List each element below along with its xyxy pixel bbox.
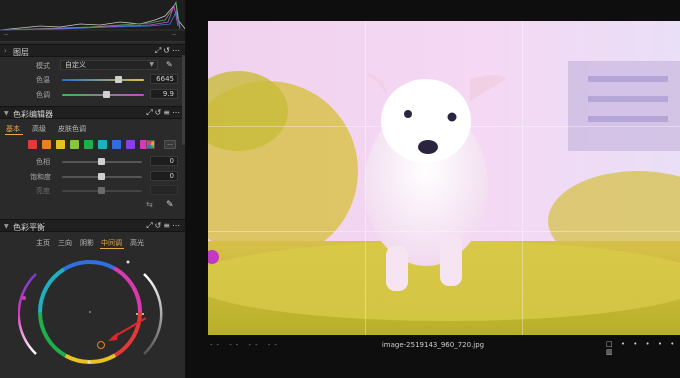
temperature-row: 色温 6645 — [0, 73, 185, 86]
brightness-value[interactable] — [150, 185, 178, 195]
grid-line-v2 — [522, 21, 523, 335]
expand-chevron-icon[interactable]: ▼ — [4, 110, 9, 117]
histogram-right-marker: -- — [172, 31, 177, 38]
swatch-cyan[interactable] — [98, 140, 107, 149]
brightness-row: 亮度 — [0, 184, 185, 197]
tab-advanced[interactable]: 高级 — [32, 124, 46, 134]
swap-icon[interactable]: ⇆ — [146, 200, 153, 209]
viewer-status-bar: -- -- -- -- image-2519143_960_720.jpg □ … — [186, 337, 680, 378]
saturation-row: 饱和度 0 — [0, 170, 185, 183]
chevron-down-icon: ▼ — [149, 61, 154, 68]
tab-highlights[interactable]: 高光 — [130, 238, 144, 248]
image-viewer: -- -- -- -- image-2519143_960_720.jpg □ … — [186, 0, 680, 378]
hue-row: 色相 0 — [0, 155, 185, 168]
mode-row: 模式 自定义 ▼ ✎ — [0, 59, 185, 72]
saturation-slider-knob[interactable] — [98, 173, 105, 180]
swatch-blue[interactable] — [112, 140, 121, 149]
tab-skin-tone[interactable]: 皮肤色调 — [58, 124, 86, 134]
tab-master[interactable]: 主页 — [36, 238, 50, 248]
color-balance-wheel[interactable] — [17, 256, 166, 368]
mode-dropdown[interactable]: 自定义 ▼ — [60, 60, 158, 70]
tint-slider-knob[interactable] — [103, 91, 110, 98]
mode-label: 模式 — [36, 62, 50, 70]
grid-line-h2 — [208, 231, 680, 232]
color-editor-title: 色彩编辑器 — [13, 110, 53, 119]
temperature-value[interactable]: 6645 — [150, 74, 178, 84]
tint-row: 色调 9.9 — [0, 88, 185, 101]
grid-line-v1 — [365, 21, 366, 335]
tools-panel: -- -- › 图层 ⤢↺⋯ 模式 自定义 ▼ ✎ 色温 6645 色调 9.9… — [0, 0, 186, 378]
tab-shadows[interactable]: 阴影 — [80, 238, 94, 248]
brightness-label: 亮度 — [36, 187, 50, 195]
photo-preview[interactable] — [208, 21, 680, 335]
tab-three-way[interactable]: 三向 — [58, 238, 72, 248]
color-balance-header[interactable]: ▼ 色彩平衡 ⤢↺≡⋯ — [0, 219, 185, 232]
brightness-slider-knob[interactable] — [98, 187, 105, 194]
multi-color-icon[interactable] — [146, 140, 155, 149]
swatch-yellow[interactable] — [56, 140, 65, 149]
layers-header[interactable]: › 图层 ⤢↺⋯ — [0, 44, 185, 57]
hue-value[interactable]: 0 — [150, 156, 178, 166]
mode-value: 自定义 — [65, 61, 86, 69]
swatch-purple[interactable] — [126, 140, 135, 149]
swatch-orange[interactable] — [42, 140, 51, 149]
color-editor-tools[interactable]: ⤢↺≡⋯ — [146, 108, 182, 118]
swatch-green[interactable] — [84, 140, 93, 149]
tab-midtones[interactable]: 中间调 — [101, 238, 122, 248]
expand-chevron-icon[interactable]: ▼ — [4, 223, 9, 230]
tint-value[interactable]: 9.9 — [150, 89, 178, 99]
color-balance-tools[interactable]: ⤢↺≡⋯ — [146, 221, 182, 231]
hue-label: 色相 — [36, 158, 50, 166]
color-swatches: ... — [0, 140, 185, 152]
tab-basic[interactable]: 基本 — [6, 124, 20, 134]
color-editor-tabs: 基本 高级 皮肤色调 — [0, 124, 185, 136]
active-tab-indicator — [5, 134, 23, 135]
swatch-lime[interactable] — [70, 140, 79, 149]
layers-tools[interactable]: ⤢↺⋯ — [155, 46, 182, 56]
tint-label: 色调 — [36, 91, 50, 99]
saturation-label: 饱和度 — [30, 173, 51, 181]
histogram-left-marker: -- — [4, 31, 9, 38]
temperature-slider-track[interactable] — [62, 79, 144, 81]
temperature-label: 色温 — [36, 76, 50, 84]
picker-icon[interactable]: ✎ — [166, 200, 174, 210]
color-editor-header[interactable]: ▼ 色彩编辑器 ⤢↺≡⋯ — [0, 106, 185, 119]
histogram: -- -- — [0, 0, 185, 42]
more-colors-button[interactable]: ... — [164, 140, 176, 149]
layers-title: 图层 — [13, 48, 29, 57]
swatch-red[interactable] — [28, 140, 37, 149]
color-balance-title: 色彩平衡 — [13, 223, 45, 232]
color-balance-tabs: 主页 三向 阴影 中间调 高光 — [0, 238, 185, 250]
grid-line-h1 — [208, 126, 680, 127]
saturation-value[interactable]: 0 — [150, 171, 178, 181]
active-tab-indicator — [100, 248, 124, 249]
temperature-slider-knob[interactable] — [115, 76, 122, 83]
collapse-chevron-icon[interactable]: › — [4, 47, 7, 55]
eyedropper-icon[interactable]: ✎ — [166, 60, 173, 69]
view-mode-controls[interactable]: □ • • • • • ▥ — [606, 340, 680, 356]
hue-slider-knob[interactable] — [98, 158, 105, 165]
panel-scrollbar[interactable] — [182, 55, 185, 145]
